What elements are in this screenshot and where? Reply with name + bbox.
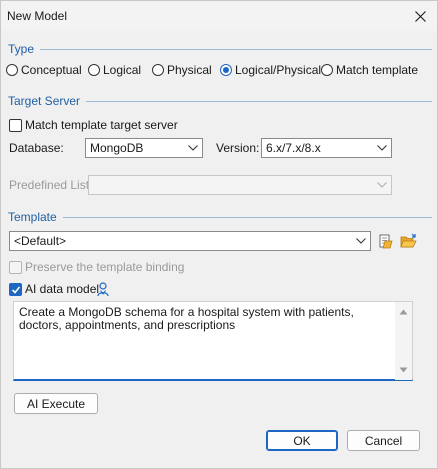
radio-label: Logical/Physical: [235, 63, 322, 77]
checkbox-label: Preserve the template binding: [25, 260, 185, 274]
radio-physical[interactable]: Physical: [152, 63, 212, 77]
type-section-header: Type: [8, 42, 432, 56]
ai-prompt-textarea[interactable]: Create a MongoDB schema for a hospital s…: [13, 301, 413, 381]
close-button[interactable]: [403, 1, 437, 31]
checkbox-label: Match template target server: [25, 118, 178, 132]
browse-folder-button[interactable]: [400, 232, 418, 250]
version-label: Version:: [216, 141, 260, 155]
predefined-list-label: Predefined List:: [9, 178, 93, 192]
template-section-label: Template: [8, 210, 57, 224]
database-select[interactable]: MongoDB: [85, 138, 203, 158]
ai-assistant-button[interactable]: [95, 281, 111, 297]
radio-logical[interactable]: Logical: [88, 63, 141, 77]
ai-data-model-checkbox[interactable]: AI data model: [9, 282, 99, 296]
close-icon: [414, 10, 426, 22]
open-template-button[interactable]: [377, 232, 395, 250]
cancel-button[interactable]: Cancel: [347, 430, 420, 451]
vertical-scrollbar[interactable]: [395, 302, 412, 380]
template-value: <Default>: [14, 234, 67, 248]
preserve-template-binding-checkbox: Preserve the template binding: [9, 260, 184, 274]
match-template-server-checkbox[interactable]: Match template target server: [9, 118, 178, 132]
new-model-dialog: New Model Type Conceptual Logical Physic…: [0, 0, 438, 469]
open-template-icon: [379, 234, 393, 249]
version-select[interactable]: 6.x/7.x/8.x: [261, 138, 392, 158]
chevron-down-icon: [373, 176, 391, 194]
radio-indicator: [6, 64, 18, 76]
ai-prompt-text: Create a MongoDB schema for a hospital s…: [19, 305, 354, 332]
chevron-down-icon: [373, 139, 391, 157]
database-label: Database:: [9, 141, 64, 155]
checkbox-label: AI data model: [25, 282, 100, 296]
type-section-label: Type: [8, 42, 35, 56]
folder-open-icon: [400, 233, 417, 248]
checkbox-box: [9, 260, 22, 274]
window-title: New Model: [7, 9, 68, 23]
checkmark-icon: [11, 285, 21, 294]
version-value: 6.x/7.x/8.x: [266, 141, 321, 155]
radio-conceptual[interactable]: Conceptual: [6, 63, 82, 77]
checkbox-box-checked: [9, 282, 22, 296]
ai-execute-button[interactable]: AI Execute: [14, 393, 98, 414]
ok-button[interactable]: OK: [266, 430, 338, 451]
target-server-section-header: Target Server: [8, 94, 432, 108]
radio-label: Match template: [336, 63, 419, 77]
radio-indicator: [152, 64, 164, 76]
section-divider: [86, 100, 432, 102]
section-divider: [62, 216, 432, 218]
chevron-down-icon: [352, 232, 370, 250]
radio-indicator: [321, 64, 333, 76]
scroll-down-icon[interactable]: [395, 363, 412, 377]
title-bar: New Model: [1, 1, 437, 31]
radio-logical-physical[interactable]: Logical/Physical: [220, 63, 321, 77]
chevron-down-icon: [184, 139, 202, 157]
radio-label: Conceptual: [21, 63, 82, 77]
template-select[interactable]: <Default>: [9, 231, 371, 251]
scroll-up-icon[interactable]: [395, 305, 412, 319]
radio-label: Logical: [103, 63, 142, 77]
radio-indicator-selected: [220, 64, 232, 76]
radio-label: Physical: [167, 63, 212, 77]
template-section-header: Template: [8, 210, 432, 224]
checkbox-box: [9, 118, 22, 132]
ai-assistant-icon: [97, 281, 109, 296]
database-value: MongoDB: [90, 141, 144, 155]
target-server-section-label: Target Server: [8, 94, 81, 108]
radio-match-template[interactable]: Match template: [321, 63, 418, 77]
predefined-list-select: [88, 175, 392, 195]
radio-indicator: [88, 64, 100, 76]
section-divider: [40, 48, 432, 50]
